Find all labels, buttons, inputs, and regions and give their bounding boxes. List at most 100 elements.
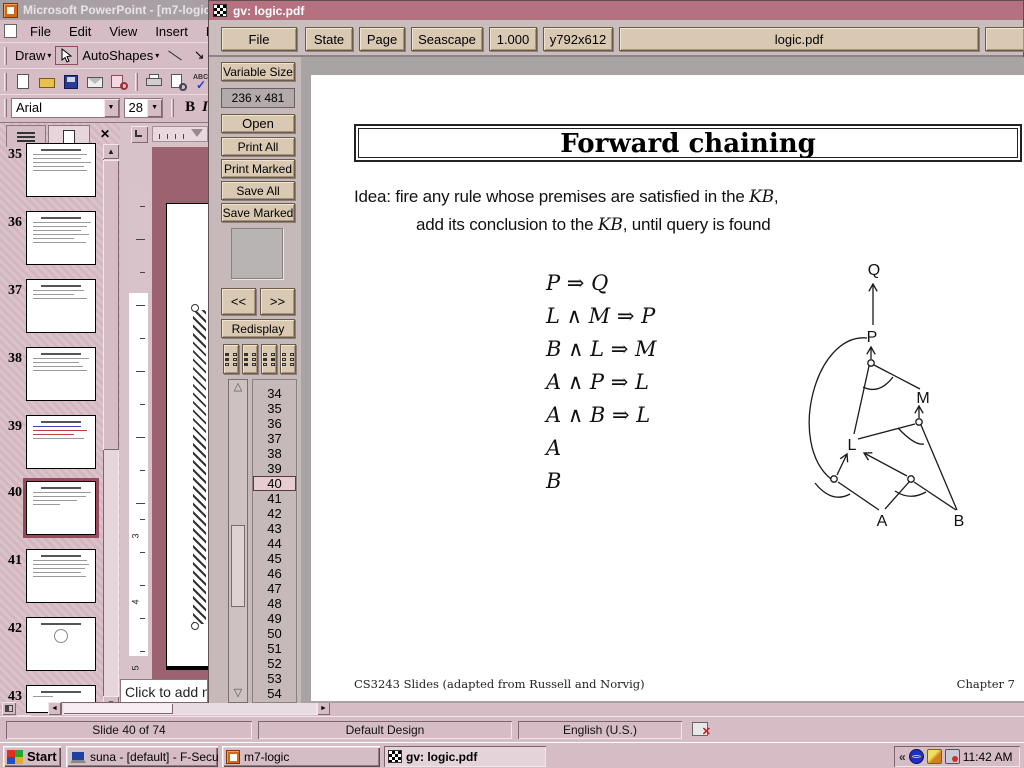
toolbar-grip[interactable] xyxy=(4,73,7,91)
toolbar-grip[interactable] xyxy=(4,47,7,65)
toolbar-grip[interactable] xyxy=(135,73,138,91)
toolbar-grip[interactable] xyxy=(171,99,174,117)
slide-thumbnail[interactable] xyxy=(26,279,96,333)
menu-format[interactable]: Format xyxy=(197,21,208,42)
gv-page-view[interactable]: Forward chaining Idea: fire any rule who… xyxy=(301,57,1024,703)
save-button[interactable] xyxy=(61,73,81,91)
close-panel-button[interactable]: ✕ xyxy=(96,127,114,143)
page-list-scrollbar[interactable]: △ ▽ xyxy=(228,379,248,703)
page-item[interactable]: 36 xyxy=(253,416,296,431)
page-item[interactable]: 54 xyxy=(253,686,296,701)
selected-placeholder-border[interactable] xyxy=(193,310,206,624)
spelling-button[interactable]: ABC ✓ xyxy=(192,73,208,91)
page-item[interactable]: 44 xyxy=(253,536,296,551)
autoshapes-button[interactable]: AutoShapes ▾ xyxy=(78,46,163,65)
save-all-button[interactable]: Save All xyxy=(221,181,295,200)
print-marked-button[interactable]: Print Marked xyxy=(221,159,295,178)
slide-thumbnail-selected[interactable] xyxy=(26,481,96,535)
gv-scale-button[interactable]: 1.000 xyxy=(489,27,537,51)
slide-thumbnail[interactable] xyxy=(26,143,96,197)
page-item[interactable]: 37 xyxy=(253,431,296,446)
page-item[interactable]: 41 xyxy=(253,491,296,506)
gv-titlebar[interactable]: gv: logic.pdf xyxy=(209,1,1023,20)
prev-page-button[interactable]: << xyxy=(221,288,256,315)
page-item[interactable]: 51 xyxy=(253,641,296,656)
page-item[interactable]: 43 xyxy=(253,521,296,536)
scrollbar-thumb[interactable] xyxy=(231,525,245,607)
clock[interactable]: 11:42 AM xyxy=(963,750,1013,764)
spellcheck-status-icon[interactable]: ✕ xyxy=(692,722,708,736)
find-button[interactable] xyxy=(109,73,129,91)
gv-mediasize-button[interactable]: y792x612 xyxy=(543,27,613,51)
menu-insert[interactable]: Insert xyxy=(146,21,197,42)
gv-page-button[interactable]: Page xyxy=(359,27,405,51)
page-item[interactable]: 52 xyxy=(253,656,296,671)
line-tool-button[interactable] xyxy=(165,47,185,65)
menu-file[interactable]: File xyxy=(21,21,60,42)
mail-button[interactable] xyxy=(85,73,105,91)
arrow-tool-button[interactable]: ↘ xyxy=(189,47,208,65)
ruler-origin-button[interactable] xyxy=(131,126,148,143)
toolbar-grip[interactable] xyxy=(4,99,7,117)
status-language[interactable]: English (U.S.) xyxy=(518,721,682,739)
taskbar-item-gv[interactable]: gv: logic.pdf xyxy=(384,746,546,767)
unmark-current-button[interactable] xyxy=(261,344,277,374)
gv-extra-button[interactable] xyxy=(985,27,1024,51)
unmark-all-button[interactable] xyxy=(280,344,296,374)
print-preview-button[interactable] xyxy=(168,73,188,91)
page-item[interactable]: 42 xyxy=(253,506,296,521)
indent-marker[interactable] xyxy=(191,129,203,137)
tray-settings-icon[interactable] xyxy=(945,749,960,764)
slide-thumbnail[interactable] xyxy=(26,549,96,603)
variable-size-button[interactable]: Variable Size xyxy=(221,62,295,81)
horizontal-scrollbar[interactable] xyxy=(61,702,317,715)
slide-thumbnail[interactable] xyxy=(26,347,96,401)
scroll-up-icon[interactable]: △ xyxy=(229,380,247,396)
redisplay-button[interactable]: Redisplay xyxy=(221,319,295,338)
gv-file-button[interactable]: File xyxy=(221,27,297,51)
gv-filename-field[interactable]: logic.pdf xyxy=(619,27,979,51)
thumbnail-scrollbar[interactable]: ▲ ▼ xyxy=(103,144,119,713)
menu-edit[interactable]: Edit xyxy=(60,21,100,42)
next-page-button[interactable]: >> xyxy=(260,288,295,315)
status-design-template[interactable]: Default Design xyxy=(258,721,512,739)
print-button[interactable] xyxy=(144,73,164,91)
start-button[interactable]: Start xyxy=(3,746,61,767)
page-item[interactable]: 34 xyxy=(253,386,296,401)
taskbar-item-powerpoint[interactable]: m7-logic xyxy=(222,746,380,767)
document-icon[interactable] xyxy=(4,24,17,38)
page-item[interactable]: 53 xyxy=(253,671,296,686)
page-item-selected[interactable]: 40 xyxy=(253,476,296,491)
select-pointer-button[interactable] xyxy=(55,46,78,65)
scrollbar-thumb[interactable] xyxy=(63,703,173,714)
scroll-down-icon[interactable]: ▽ xyxy=(229,686,247,702)
page-item[interactable]: 50 xyxy=(253,626,296,641)
page-item[interactable]: 49 xyxy=(253,611,296,626)
font-name-combo[interactable]: Arial ▼ xyxy=(11,98,120,118)
page-item[interactable]: 46 xyxy=(253,566,296,581)
page-item[interactable]: 48 xyxy=(253,596,296,611)
normal-view-button[interactable] xyxy=(2,702,16,715)
gv-orientation-button[interactable]: Seascape xyxy=(411,27,483,51)
scroll-up-button[interactable]: ▲ xyxy=(103,144,119,159)
slide-thumbnail[interactable] xyxy=(26,211,96,265)
mark-all-button[interactable] xyxy=(242,344,258,374)
scrollbar-thumb[interactable] xyxy=(103,160,119,450)
resize-handle[interactable] xyxy=(191,622,199,630)
print-all-button[interactable]: Print All xyxy=(221,137,295,156)
page-item[interactable]: 38 xyxy=(253,446,296,461)
tray-fsecure-icon[interactable] xyxy=(909,749,924,764)
resize-handle[interactable] xyxy=(191,304,199,312)
slide-thumbnail[interactable] xyxy=(26,617,96,671)
draw-menu-button[interactable]: Draw ▾ xyxy=(11,46,55,65)
open-button[interactable] xyxy=(37,73,57,91)
hscroll-left-button[interactable]: ◄ xyxy=(48,702,61,715)
page-item[interactable]: 45 xyxy=(253,551,296,566)
page-item[interactable]: 39 xyxy=(253,461,296,476)
font-size-combo[interactable]: 28 ▼ xyxy=(124,98,164,118)
slide-thumbnail[interactable] xyxy=(26,415,96,469)
tray-update-icon[interactable] xyxy=(927,749,942,764)
new-document-button[interactable] xyxy=(13,73,33,91)
page-item[interactable]: 35 xyxy=(253,401,296,416)
hscroll-right-button[interactable]: ► xyxy=(317,702,330,715)
